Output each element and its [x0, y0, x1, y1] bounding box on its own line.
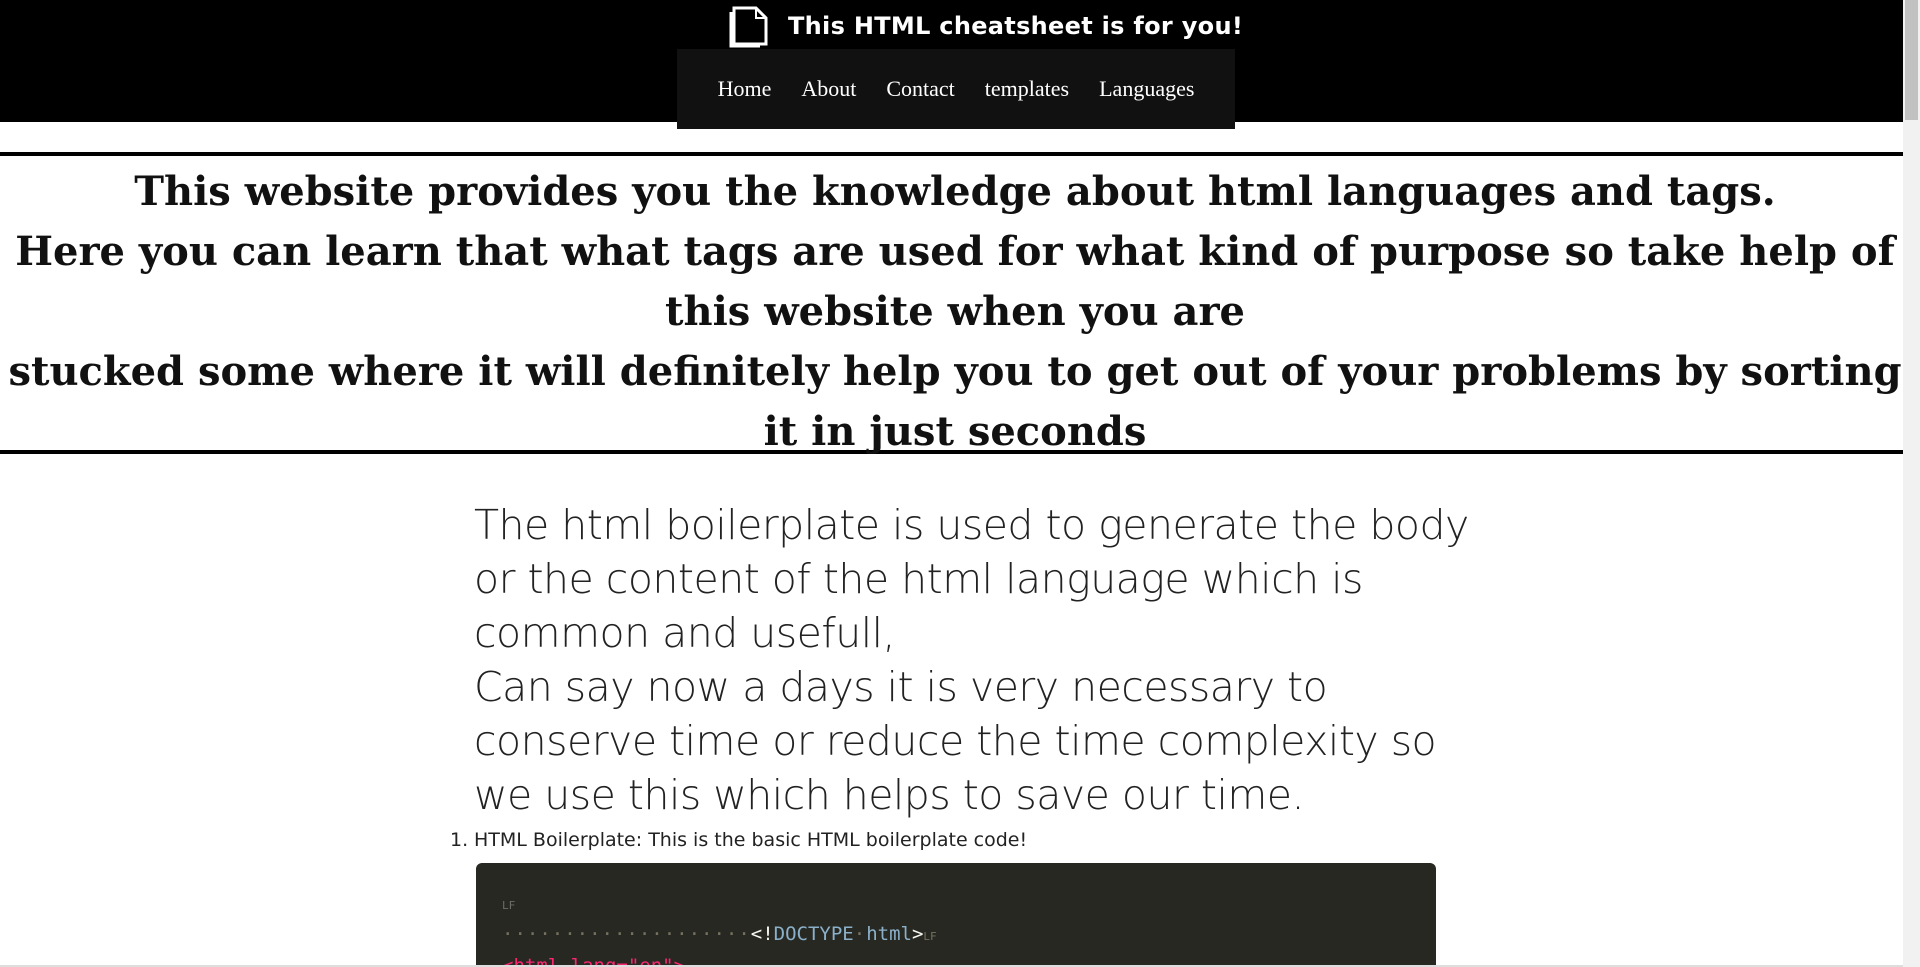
boilerplate-description: The html boilerplate is used to generate…: [474, 498, 1474, 822]
nav-about[interactable]: About: [786, 76, 871, 102]
description-part-2: Can say now a days it is very necessary …: [474, 663, 1437, 819]
intro-line-3: stucked some where it will definitely he…: [8, 348, 1902, 455]
brand[interactable]: This HTML cheatsheet is for you!: [728, 3, 1243, 49]
doctype-open: <!: [750, 923, 774, 945]
indent-dots: ····················: [502, 923, 751, 945]
list-item-number: 1.: [450, 829, 469, 851]
list-item-text: HTML Boilerplate: This is the basic HTML…: [474, 829, 1028, 851]
doctype-close: >: [911, 923, 924, 945]
intro-line-2: Here you can learn that what tags are us…: [15, 228, 1895, 335]
code-block[interactable]: LF ····················<!DOCTYPE·html>LF…: [476, 863, 1436, 967]
doctype-space: ·: [853, 923, 867, 945]
doctype-html: html: [866, 923, 912, 945]
site-header: This HTML cheatsheet is for you! Home Ab…: [0, 0, 1903, 129]
line-feed-marker: LF: [923, 930, 937, 943]
page: This HTML cheatsheet is for you! Home Ab…: [0, 0, 1903, 967]
site-title: This HTML cheatsheet is for you!: [788, 12, 1244, 40]
intro-banner: This website provides you the knowledge …: [0, 152, 1903, 455]
nav-home[interactable]: Home: [703, 76, 787, 102]
document-icon: [729, 6, 768, 48]
list-item: 1. HTML Boilerplate: This is the basic H…: [450, 826, 1474, 854]
doctype-keyword: DOCTYPE: [773, 923, 854, 945]
main-nav: Home About Contact templates Languages: [677, 49, 1235, 129]
nav-languages[interactable]: Languages: [1084, 76, 1209, 102]
description-part-1: The html boilerplate is used to generate…: [474, 501, 1469, 657]
intro-line-1: This website provides you the knowledge …: [134, 168, 1776, 215]
nav-templates[interactable]: templates: [970, 76, 1084, 102]
line-feed-marker: LF: [502, 899, 516, 912]
main-content: The html boilerplate is used to generate…: [450, 498, 1474, 854]
nav-contact[interactable]: Contact: [871, 76, 969, 102]
topic-list: 1. HTML Boilerplate: This is the basic H…: [450, 826, 1474, 854]
scrollbar-thumb[interactable]: [1905, 0, 1918, 120]
code-line-doctype: ····················<!DOCTYPE·html>LF: [502, 923, 937, 945]
vertical-scrollbar[interactable]: [1903, 0, 1920, 967]
